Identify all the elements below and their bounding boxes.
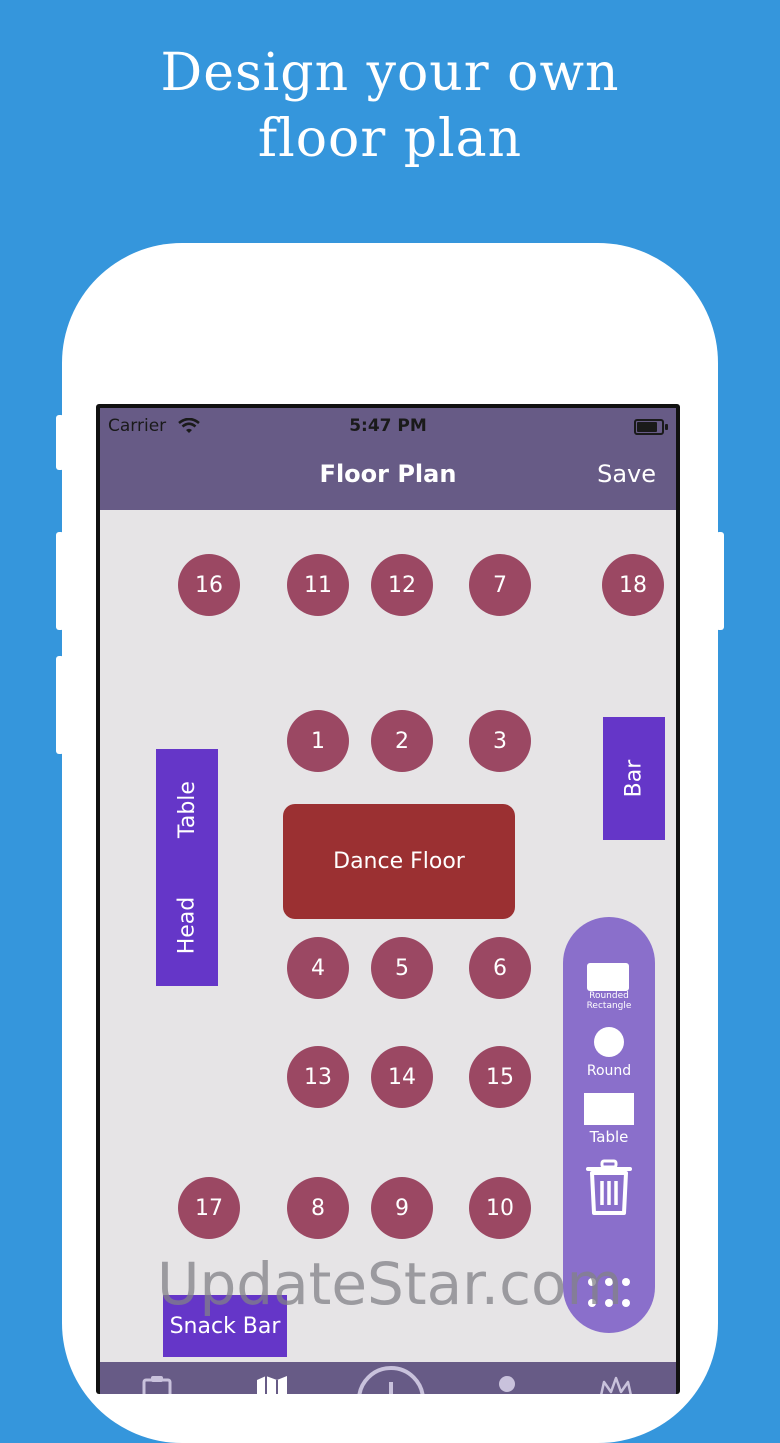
- head-table-label-table: Table: [174, 780, 200, 838]
- round-icon: [594, 1027, 624, 1057]
- tab-crown-icon[interactable]: [596, 1374, 636, 1394]
- watermark: UpdateStar.com: [157, 1250, 623, 1318]
- dance-floor[interactable]: Dance Floor: [283, 804, 515, 919]
- tool-table-label: Table: [589, 1128, 629, 1146]
- table-16[interactable]: 16: [178, 554, 240, 616]
- bar[interactable]: Bar: [603, 717, 665, 840]
- table-6[interactable]: 6: [469, 937, 531, 999]
- table-10[interactable]: 10: [469, 1177, 531, 1239]
- battery-icon: [634, 419, 664, 435]
- table-17[interactable]: 17: [178, 1177, 240, 1239]
- tab-add-icon[interactable]: [355, 1364, 427, 1394]
- app-view: Carrier 5:47 PM Floor Plan Save 16 11 12…: [100, 408, 676, 1394]
- phone-power-button: [716, 532, 724, 630]
- rounded-rectangle-icon: [587, 963, 629, 991]
- table-11[interactable]: 11: [287, 554, 349, 616]
- table-shape-icon: [584, 1093, 634, 1125]
- tool-rounded-rectangle-label: Rounded Rectangle: [586, 991, 632, 1011]
- tab-clipboard-icon[interactable]: [140, 1374, 174, 1394]
- save-button[interactable]: Save: [597, 460, 656, 488]
- bar-label: Bar: [621, 759, 647, 798]
- table-18[interactable]: 18: [602, 554, 664, 616]
- table-13[interactable]: 13: [287, 1046, 349, 1108]
- table-2[interactable]: 2: [371, 710, 433, 772]
- headline-line1: Design your own: [160, 43, 620, 103]
- headline: Design your own floor plan: [0, 40, 780, 172]
- dance-floor-label: Dance Floor: [333, 849, 465, 874]
- navigation-bar: Carrier 5:47 PM Floor Plan Save: [100, 408, 676, 510]
- tab-bar: [100, 1362, 676, 1394]
- table-14[interactable]: 14: [371, 1046, 433, 1108]
- page-title: Floor Plan: [319, 460, 457, 488]
- head-table-label-head: Head: [174, 896, 200, 954]
- table-1[interactable]: 1: [287, 710, 349, 772]
- head-table[interactable]: Table Head: [156, 749, 218, 986]
- battery-tip: [665, 424, 668, 430]
- tool-round-label: Round: [586, 1063, 632, 1079]
- table-7[interactable]: 7: [469, 554, 531, 616]
- table-4[interactable]: 4: [287, 937, 349, 999]
- phone-mute-switch: [56, 415, 64, 470]
- tab-map-icon[interactable]: [255, 1374, 289, 1394]
- phone-volume-down: [56, 656, 64, 754]
- table-9[interactable]: 9: [371, 1177, 433, 1239]
- table-15[interactable]: 15: [469, 1046, 531, 1108]
- status-time: 5:47 PM: [349, 416, 427, 436]
- phone-volume-up: [56, 532, 64, 630]
- tab-guests-icon[interactable]: [490, 1374, 524, 1394]
- table-8[interactable]: 8: [287, 1177, 349, 1239]
- phone-screen: Carrier 5:47 PM Floor Plan Save 16 11 12…: [96, 404, 680, 1394]
- headline-line2: floor plan: [257, 109, 523, 169]
- tool-round[interactable]: Round: [563, 1027, 655, 1083]
- trash-icon[interactable]: [585, 1159, 633, 1217]
- table-3[interactable]: 3: [469, 710, 531, 772]
- tool-rounded-rectangle[interactable]: Rounded Rectangle: [563, 961, 655, 1013]
- table-12[interactable]: 12: [371, 554, 433, 616]
- table-5[interactable]: 5: [371, 937, 433, 999]
- tool-table[interactable]: Table: [563, 1093, 655, 1149]
